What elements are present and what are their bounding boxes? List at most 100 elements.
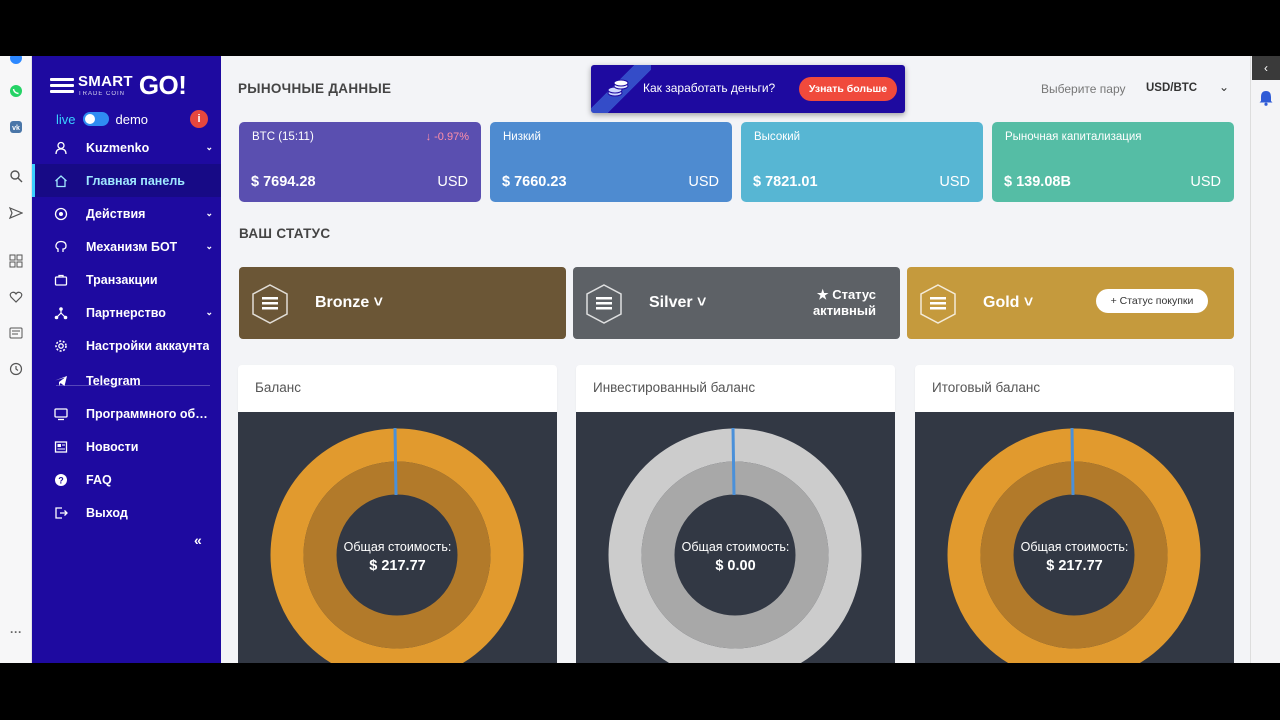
- chevron-down-icon: ⌄: [205, 241, 213, 251]
- sidebar-item-partnership[interactable]: Партнерство ⌄: [32, 296, 221, 329]
- invested-donut-chart: [608, 427, 862, 663]
- sidebar-item-label: Новости: [86, 439, 139, 454]
- stat-label: BTC (15:11): [252, 131, 314, 143]
- stat-currency: USD: [939, 174, 970, 190]
- tier-card-gold[interactable]: Gold ˅ + Статус покупки: [907, 267, 1234, 339]
- logo-smart: SMART: [78, 73, 133, 90]
- card-header: Итоговый баланс: [915, 365, 1234, 412]
- tier-status-line2: активный: [812, 303, 876, 319]
- sidebar-item-label: Действия: [86, 206, 146, 221]
- heart-icon[interactable]: [8, 289, 24, 305]
- stat-delta: ↓ -0.97%: [425, 131, 469, 143]
- mode-switch: live demo i: [56, 110, 216, 128]
- sidebar-item-faq[interactable]: ? FAQ: [32, 463, 221, 496]
- messenger-icon[interactable]: [8, 56, 24, 66]
- stat-label: Низкий: [503, 131, 541, 143]
- browser-side-strip: vk ···: [0, 56, 32, 663]
- info-icon[interactable]: i: [190, 110, 208, 128]
- briefcase-icon: [53, 272, 69, 288]
- apps-icon[interactable]: [8, 253, 24, 269]
- tier-badge-icon: [586, 284, 622, 324]
- card-body: Общая стоимость: $ 0.00: [576, 412, 895, 663]
- sidebar-item-logout[interactable]: Выход: [32, 496, 221, 529]
- sidebar-item-settings[interactable]: Настройки аккаунта: [32, 329, 221, 362]
- card-header: Инвестированный баланс: [576, 365, 895, 412]
- promo-banner[interactable]: Как заработать деньги? Узнать больше: [591, 65, 905, 113]
- sidebar: SMART TRADE COIN GO! live demo i Kuzmenk…: [32, 56, 221, 663]
- pair-label: Выберите пару: [1041, 82, 1126, 96]
- final-balance-card: Итоговый баланс Общая стоимость: $ 217.7…: [915, 365, 1234, 663]
- logo-go: GO!: [138, 70, 187, 100]
- stat-card-low: Низкий $ 7660.23 USD: [490, 122, 732, 202]
- stat-card-high: Высокий $ 7821.01 USD: [741, 122, 983, 202]
- sidebar-item-label: Главная панель: [86, 173, 185, 188]
- card-body: Общая стоимость: $ 217.77: [238, 412, 557, 663]
- app-viewport: vk ··· SMART TRADE COIN GO! live demo i …: [0, 56, 1280, 663]
- logo-subtitle: TRADE COIN: [78, 91, 126, 97]
- sidebar-item-news[interactable]: Новости: [32, 430, 221, 463]
- sidebar-item-label: Настройки аккаунта: [86, 338, 210, 353]
- more-icon[interactable]: ···: [8, 624, 24, 640]
- pair-select[interactable]: USD/BTC: [1146, 82, 1197, 94]
- tier-name: Gold ˅: [983, 294, 1034, 311]
- sidebar-item-dashboard[interactable]: Главная панель: [32, 164, 221, 197]
- live-demo-toggle[interactable]: [82, 112, 109, 126]
- card-title: Итоговый баланс: [932, 380, 1041, 395]
- sidebar-item-label: Программного обе...: [86, 406, 210, 421]
- sidebar-item-label: Партнерство: [86, 305, 166, 320]
- card-header: Баланс: [238, 365, 557, 412]
- small-slice: [731, 427, 736, 496]
- tier-card-silver[interactable]: Silver ˅ ★ Статус активный: [573, 267, 900, 339]
- balance-donut-chart: [270, 427, 524, 663]
- svg-text:vk: vk: [12, 125, 20, 132]
- tier-badge-icon: [252, 284, 288, 324]
- tier-name: Silver ˅: [649, 294, 707, 311]
- send-icon[interactable]: [8, 205, 24, 221]
- bell-icon[interactable]: [1259, 90, 1273, 106]
- card-title: Баланс: [255, 380, 301, 395]
- chevron-down-icon[interactable]: ⌄: [1219, 80, 1229, 94]
- gear-icon: [53, 338, 69, 354]
- sidebar-item-telegram[interactable]: Telegram: [32, 364, 221, 397]
- history-icon[interactable]: [8, 361, 24, 377]
- news-icon[interactable]: [8, 325, 24, 341]
- newspaper-icon: [53, 439, 69, 455]
- total-label: Общая стоимость:: [343, 540, 452, 554]
- sidebar-item-software[interactable]: Программного обе...: [32, 397, 221, 430]
- search-icon[interactable]: [8, 168, 24, 184]
- promo-text: Как заработать деньги?: [643, 81, 776, 95]
- sidebar-item-bot[interactable]: Механизм БОТ ⌄: [32, 230, 221, 263]
- brain-icon: [53, 239, 69, 255]
- svg-text:?: ?: [58, 475, 64, 485]
- sidebar-item-user[interactable]: Kuzmenko ⌄: [32, 131, 221, 164]
- buy-status-button[interactable]: + Статус покупки: [1096, 289, 1208, 313]
- tier-badge-icon: [920, 284, 956, 324]
- right-side-strip: ‹: [1250, 56, 1280, 663]
- collapse-panel-button[interactable]: ‹: [1252, 56, 1280, 80]
- logo[interactable]: SMART TRADE COIN GO!: [50, 70, 187, 101]
- main-content: РЫНОЧНЫЕ ДАННЫЕ Как заработать деньги? У…: [221, 56, 1250, 663]
- coin-icon: [53, 206, 69, 222]
- stat-value: $ 139.08B: [1004, 174, 1071, 190]
- sidebar-item-transactions[interactable]: Транзакции: [32, 263, 221, 296]
- telegram-icon: [53, 373, 69, 389]
- donut-hole: [337, 495, 457, 615]
- total-value: $ 0.00: [715, 558, 756, 574]
- question-icon: ?: [53, 472, 69, 488]
- user-icon: [53, 140, 69, 156]
- vk-icon[interactable]: vk: [8, 119, 24, 135]
- sidebar-item-actions[interactable]: Действия ⌄: [32, 197, 221, 230]
- sidebar-collapse-button[interactable]: «: [194, 532, 202, 548]
- home-icon: [53, 173, 69, 189]
- chevron-down-icon: ⌄: [205, 307, 213, 317]
- tier-card-bronze[interactable]: Bronze ˅: [239, 267, 566, 339]
- stat-card-market-cap: Рыночная капитализация $ 139.08B USD: [992, 122, 1234, 202]
- stat-card-btc: BTC (15:11) ↓ -0.97% $ 7694.28 USD: [239, 122, 481, 202]
- small-slice: [393, 427, 398, 496]
- sidebar-item-label: Kuzmenko: [86, 140, 150, 155]
- stat-currency: USD: [688, 174, 719, 190]
- learn-more-button[interactable]: Узнать больше: [799, 77, 897, 101]
- logout-icon: [53, 505, 69, 521]
- total-label: Общая стоимость:: [681, 540, 790, 554]
- whatsapp-icon[interactable]: [8, 83, 24, 99]
